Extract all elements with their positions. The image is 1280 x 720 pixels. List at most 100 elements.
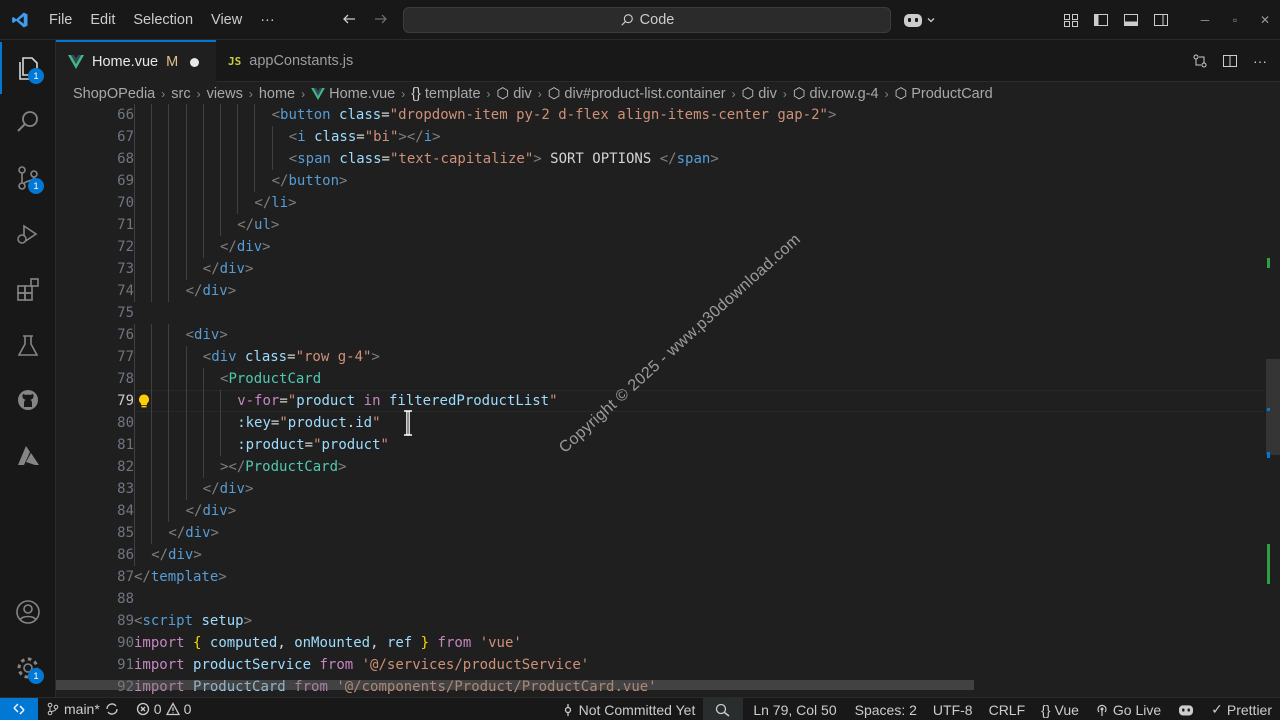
compare-changes-icon[interactable] [1190, 51, 1210, 71]
breadcrumb-item[interactable]: ShopOPedia [73, 86, 155, 102]
code-line[interactable]: <i class="bi"></i> [134, 126, 441, 148]
restore-window-icon[interactable]: ▫ [1220, 0, 1250, 40]
close-window-icon[interactable]: ✕ [1250, 0, 1280, 40]
github-tab[interactable] [0, 374, 56, 426]
breadcrumb-symbol[interactable]: {} template [411, 86, 480, 102]
code-line[interactable]: <span class="text-capitalize"> SORT OPTI… [134, 148, 719, 170]
code-line[interactable]: </div> [134, 280, 237, 302]
code-line[interactable]: </div> [134, 522, 219, 544]
toggle-primary-sidebar-icon[interactable] [1088, 7, 1114, 33]
code-line[interactable]: </div> [134, 258, 254, 280]
code-line[interactable]: import { computed, onMounted, ref } from… [134, 632, 522, 654]
code-line[interactable]: </div> [134, 478, 254, 500]
azure-tab[interactable] [0, 430, 56, 482]
vertical-scrollbar[interactable] [1266, 359, 1280, 455]
encoding[interactable]: UTF-8 [925, 698, 981, 720]
commit-icon [564, 703, 571, 716]
minimize-window-icon[interactable]: ─ [1190, 0, 1220, 40]
code-line[interactable]: </template> [134, 566, 227, 588]
accounts-tab[interactable] [0, 586, 56, 638]
code-line[interactable]: :key="product.id" [134, 412, 380, 434]
code-line[interactable]: <div> [134, 324, 228, 346]
breadcrumb-item[interactable]: views [207, 86, 243, 102]
code-line[interactable]: </li> [134, 192, 296, 214]
forward-arrow-icon[interactable] [370, 8, 392, 30]
code-line[interactable]: </div> [134, 236, 271, 258]
breadcrumb-symbol[interactable]: ⬡ ProductCard [895, 86, 993, 102]
code-line[interactable]: <script setup> [134, 610, 252, 632]
git-blame-indicator[interactable]: Not Committed Yet [553, 698, 704, 720]
line-number: 74 [117, 283, 134, 299]
code-line[interactable]: import productService from '@/services/p… [134, 654, 589, 676]
menu-file[interactable]: File [40, 0, 81, 40]
code-line[interactable]: <div class="row g-4"> [134, 346, 380, 368]
menu-selection[interactable]: Selection [124, 0, 202, 40]
language-mode[interactable]: {} Vue [1033, 698, 1087, 720]
code-line[interactable]: <button class="dropdown-item py-2 d-flex… [134, 104, 837, 126]
cursor-position[interactable]: Ln 79, Col 50 [743, 698, 846, 720]
code-line[interactable]: v-for="product in filteredProductList" [134, 390, 557, 412]
code-line[interactable]: :product="product" [134, 434, 389, 456]
breadcrumb-symbol[interactable]: ⬡ div.row.g-4 [793, 86, 879, 102]
line-number: 81 [117, 437, 134, 453]
horizontal-scrollbar[interactable] [56, 680, 974, 690]
end-of-line[interactable]: CRLF [981, 698, 1034, 720]
chevron-down-icon [927, 18, 935, 23]
back-arrow-icon[interactable] [338, 8, 360, 30]
go-live-button[interactable]: Go Live [1087, 698, 1169, 720]
line-number: 67 [117, 129, 134, 145]
tab-appconstants-js[interactable]: JS appConstants.js [216, 40, 376, 82]
prettier-status[interactable]: ✓ Prettier [1203, 698, 1280, 720]
unsaved-dot-icon[interactable] [190, 57, 200, 67]
indentation[interactable]: Spaces: 2 [847, 698, 925, 720]
sync-icon [106, 703, 118, 715]
menu-more[interactable]: ··· [251, 0, 284, 40]
code-line[interactable]: </button> [134, 170, 348, 192]
more-actions-icon[interactable]: ··· [1250, 51, 1270, 71]
line-number: 78 [117, 371, 134, 387]
run-debug-tab[interactable] [0, 208, 56, 260]
code-line[interactable]: </div> [134, 544, 202, 566]
problems-indicator[interactable]: 0 0 [128, 698, 200, 720]
code-line[interactable]: <ProductCard [134, 368, 321, 390]
breadcrumb-symbol[interactable]: ⬡ div#product-list.container [548, 86, 726, 102]
code-editor[interactable]: 66 67 68 69 70 71 72 73 74 75 76 77 78 79 80 81 82 83 84 85… [56, 104, 1280, 697]
toggle-secondary-sidebar-icon[interactable] [1148, 7, 1174, 33]
line-number: 85 [117, 525, 134, 541]
manage-tab[interactable]: 1 [0, 642, 56, 694]
code-line[interactable]: </div> [134, 500, 237, 522]
chevron-right-icon: › [161, 87, 166, 101]
breadcrumb-symbol[interactable]: ⬡ div [742, 86, 777, 102]
branch-indicator[interactable]: main* [38, 698, 128, 720]
breadcrumb-item[interactable]: home [259, 86, 295, 102]
copilot-status[interactable] [1169, 698, 1203, 720]
breadcrumb-item[interactable]: src [171, 86, 190, 102]
customize-layout-icon[interactable] [1058, 7, 1084, 33]
remote-indicator[interactable] [0, 697, 38, 720]
line-number: 83 [117, 481, 134, 497]
lightbulb-icon[interactable] [136, 393, 152, 409]
diff-marker [1267, 452, 1270, 458]
split-editor-icon[interactable] [1220, 51, 1240, 71]
line-number: 77 [117, 349, 134, 365]
line-number: 91 [117, 657, 134, 673]
source-control-tab[interactable]: 1 [0, 152, 56, 204]
code-line[interactable]: </ul> [134, 214, 279, 236]
tab-home-vue[interactable]: Home.vue M [56, 40, 216, 82]
breadcrumb-file[interactable]: Home.vue [311, 86, 395, 102]
copilot-menu-button[interactable] [902, 8, 936, 32]
toggle-panel-icon[interactable] [1118, 7, 1144, 33]
zoom-indicator[interactable] [703, 698, 744, 720]
explorer-tab[interactable]: 1 [0, 42, 56, 94]
testing-tab[interactable] [0, 320, 56, 372]
command-center-search[interactable]: Code [403, 7, 891, 33]
menu-edit[interactable]: Edit [81, 0, 124, 40]
menu-view[interactable]: View [202, 0, 251, 40]
code-line[interactable]: ></ProductCard> [134, 456, 346, 478]
line-number: 68 [117, 151, 134, 167]
chevron-right-icon: › [731, 87, 736, 101]
extensions-tab[interactable] [0, 264, 56, 316]
breadcrumb-symbol[interactable]: ⬡ div [497, 86, 532, 102]
search-tab[interactable] [0, 96, 56, 148]
line-number: 84 [117, 503, 134, 519]
